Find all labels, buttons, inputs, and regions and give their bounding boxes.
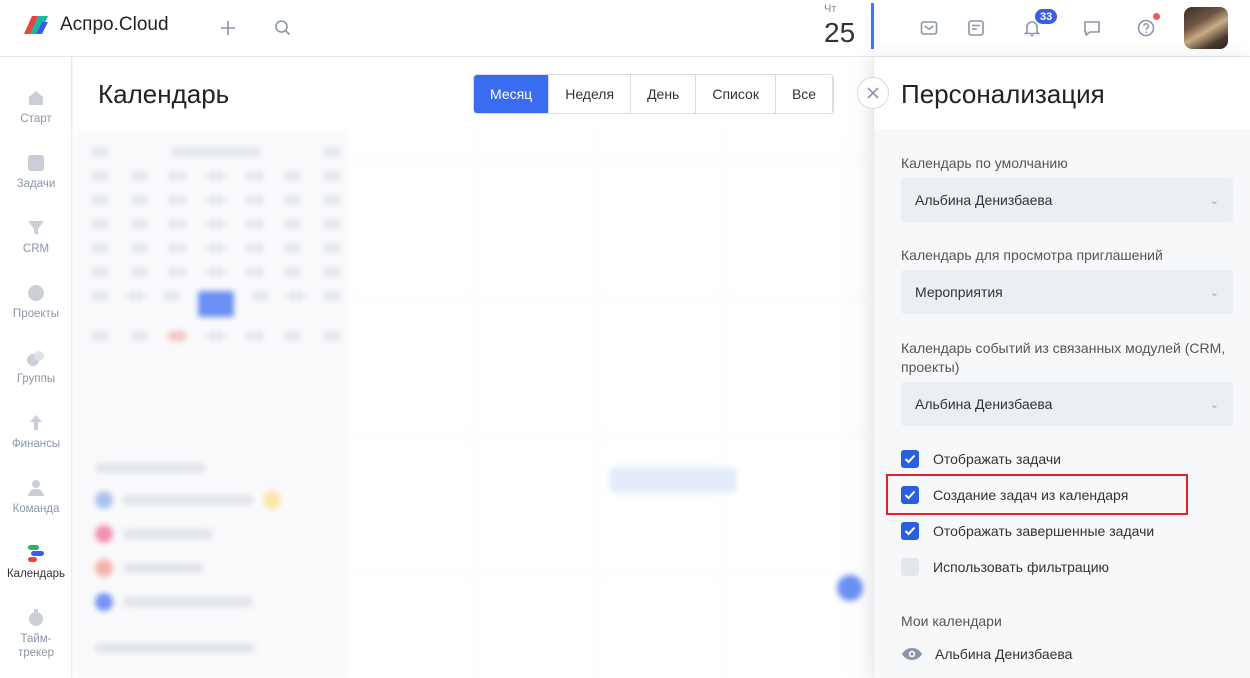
timer-icon (25, 607, 47, 629)
sidebar-item-timer[interactable]: Тайм-трекер (0, 597, 72, 659)
sidebar-item-tasks[interactable]: Задачи (0, 142, 72, 202)
top-bar: Аспро.Cloud Чт 25 33 (0, 0, 1250, 57)
mail-icon[interactable] (914, 13, 944, 43)
view-list-button[interactable]: Список (696, 75, 776, 113)
sidebar-item-label: Финансы (11, 438, 61, 450)
panel-title: Персонализация (901, 79, 1105, 109)
app-logo[interactable]: Аспро.Cloud (22, 14, 169, 36)
sidebar-item-label: Тайм-трекер (17, 633, 54, 659)
view-month-button[interactable]: Месяц (474, 75, 550, 113)
my-calendar-item[interactable]: Альбина Денизбаева (901, 646, 1072, 662)
checkbox-use-filtering[interactable]: Использовать фильтрацию (901, 556, 1109, 578)
checkbox-show-tasks[interactable]: Отображать задачи (901, 448, 1061, 470)
projects-icon (25, 282, 47, 304)
checkbox-unchecked[interactable] (901, 558, 919, 576)
page-title: Календарь (98, 79, 230, 109)
sidebar-item-groups[interactable]: Группы (0, 337, 72, 397)
notifications-badge: 33 (1034, 8, 1059, 25)
crm-icon (25, 217, 47, 239)
team-icon (25, 477, 47, 499)
user-avatar[interactable] (1184, 7, 1228, 49)
sidebar-item-crm[interactable]: CRM (0, 207, 72, 267)
date-weekday: Чт (824, 3, 837, 15)
checkbox-label: Отображать завершенные задачи (933, 523, 1155, 539)
help-alert-dot (1153, 13, 1160, 20)
add-icon[interactable] (213, 13, 243, 43)
checkbox-checked[interactable] (901, 522, 919, 540)
panel-body: Календарь по умолчанию Альбина Денизбаев… (874, 129, 1250, 678)
calendar-left-pane (73, 129, 348, 678)
sidebar-item-label: Команда (12, 503, 60, 515)
sidebar-item-label: CRM (22, 243, 50, 255)
checkbox-label: Отображать задачи (933, 451, 1061, 467)
sidebar-item-label: Проекты (12, 308, 60, 320)
logo-icon (22, 14, 50, 36)
sidebar-item-start[interactable]: Старт (0, 77, 72, 137)
linked-calendar-value: Альбина Денизбаева (915, 396, 1053, 412)
highlight-box (886, 474, 1188, 515)
sidebar-item-team[interactable]: Команда (0, 467, 72, 527)
search-icon[interactable] (268, 13, 298, 43)
view-day-button[interactable]: День (631, 75, 697, 113)
finance-icon (25, 412, 47, 434)
invites-calendar-select[interactable]: Мероприятия ⌄ (901, 270, 1233, 314)
chevron-down-icon: ⌄ (1209, 398, 1219, 411)
tasks-icon (25, 152, 47, 174)
view-week-button[interactable]: Неделя (549, 75, 632, 113)
chevron-down-icon: ⌄ (1209, 286, 1219, 299)
sidebar-item-projects[interactable]: Проекты (0, 272, 72, 332)
chat-icon[interactable] (1077, 13, 1107, 43)
start-icon (25, 87, 47, 109)
checkbox-label: Использовать фильтрацию (933, 559, 1110, 575)
my-calendars-label: Мои календари (901, 613, 1002, 629)
default-calendar-select[interactable]: Альбина Денизбаева ⌄ (901, 178, 1233, 222)
linked-calendar-label: Календарь событий из связанных модулей (… (901, 340, 1226, 375)
view-switcher: Месяц Неделя День Список Все (473, 74, 835, 114)
sidebar-item-finance[interactable]: Финансы (0, 402, 72, 462)
sidebar-item-label: Группы (16, 373, 56, 385)
chevron-down-icon: ⌄ (1209, 194, 1219, 207)
default-calendar-label: Календарь по умолчанию (901, 155, 1068, 171)
sidebar-item-label: Задачи (16, 178, 56, 190)
sidebar-item-calendar[interactable]: Календарь (0, 532, 72, 592)
checkbox-checked[interactable] (901, 450, 919, 468)
today-date[interactable]: Чт 25 (818, 3, 874, 49)
calendar-grid-blurred (73, 129, 873, 678)
invites-calendar-value: Мероприятия (915, 284, 1003, 300)
check-icon (904, 526, 916, 536)
check-icon (904, 454, 916, 464)
my-calendar-name: Альбина Денизбаева (935, 646, 1073, 662)
calendar-icon (25, 542, 47, 564)
default-calendar-value: Альбина Денизбаева (915, 192, 1053, 208)
app-name: Аспро.Cloud (60, 14, 169, 35)
checkbox-show-completed-tasks[interactable]: Отображать завершенные задачи (901, 520, 1154, 542)
sidebar-item-label: Старт (20, 113, 52, 125)
close-icon (867, 87, 879, 99)
personalization-panel: Персонализация Календарь по умолчанию Ал… (874, 57, 1250, 678)
sidebar: Старт Задачи CRM Проекты Группы Финансы (0, 57, 72, 678)
eye-icon[interactable] (901, 647, 923, 661)
close-panel-button[interactable] (857, 77, 889, 109)
mini-calendar (91, 147, 341, 355)
calendar-area: Календарь Месяц Неделя День Список Все (73, 57, 873, 678)
sidebar-item-label: Календарь (6, 568, 66, 580)
invites-calendar-label: Календарь для просмотра приглашений (901, 247, 1163, 263)
date-day: 25 (824, 17, 856, 48)
groups-icon (25, 347, 47, 369)
notes-icon[interactable] (961, 13, 991, 43)
linked-calendar-select[interactable]: Альбина Денизбаева ⌄ (901, 382, 1233, 426)
view-all-button[interactable]: Все (775, 75, 834, 113)
